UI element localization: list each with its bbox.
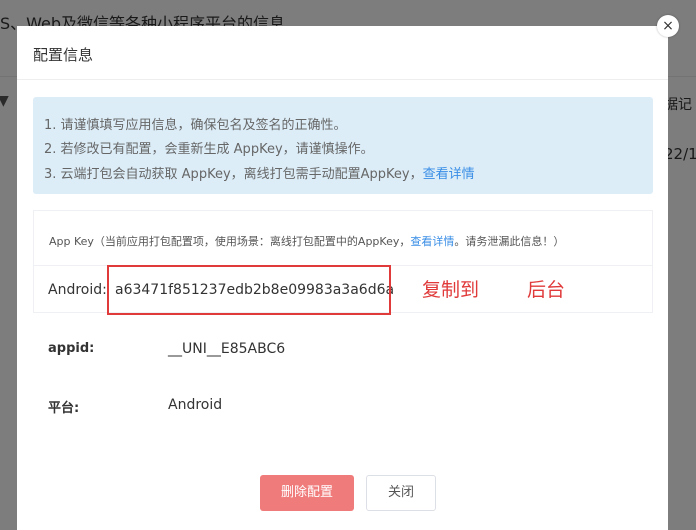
notice-line-3-text: 3. 云端打包会自动获取 AppKey，离线打包需手动配置AppKey， [44,167,423,182]
appkey-details-link[interactable]: 查看详情 [410,235,454,248]
delete-config-button[interactable]: 删除配置 [260,475,354,511]
appkey-header-text: App Key（当前应用打包配置项，使用场景：离线打包配置中的AppKey， [49,235,411,248]
annotation-text-backend: 后台 [527,279,566,301]
annotation-highlight-box [107,265,391,315]
appid-value: __UNI__E85ABC6 [168,341,286,357]
notice-line-2: 2. 若修改已有配置，会重新生成 AppKey，请谨慎操作。 [44,142,374,157]
appid-label: appid: [48,341,95,356]
annotation-text-copy-to: 复制到 [422,279,480,301]
dialog-header: 配置信息 [17,26,668,80]
dialog-title: 配置信息 [33,46,94,64]
close-icon[interactable]: × [657,15,679,37]
notice-line-3: 3. 云端打包会自动获取 AppKey，离线打包需手动配置AppKey，查看详情 [44,163,475,182]
close-button[interactable]: 关闭 [366,475,436,511]
notice-line-1: 1. 请谨慎填写应用信息，确保包名及签名的正确性。 [44,118,347,133]
android-label: Android: [48,282,107,298]
notice-details-link[interactable]: 查看详情 [423,167,475,182]
platform-value: Android [168,397,223,413]
platform-label: 平台: [48,401,80,416]
notice-box: 1. 请谨慎填写应用信息，确保包名及签名的正确性。 2. 若修改已有配置，会重新… [33,97,653,194]
appkey-header-suffix: 。请务泄漏此信息！） [454,235,565,248]
appkey-header: App Key（当前应用打包配置项，使用场景：离线打包配置中的AppKey，查看… [49,233,564,249]
